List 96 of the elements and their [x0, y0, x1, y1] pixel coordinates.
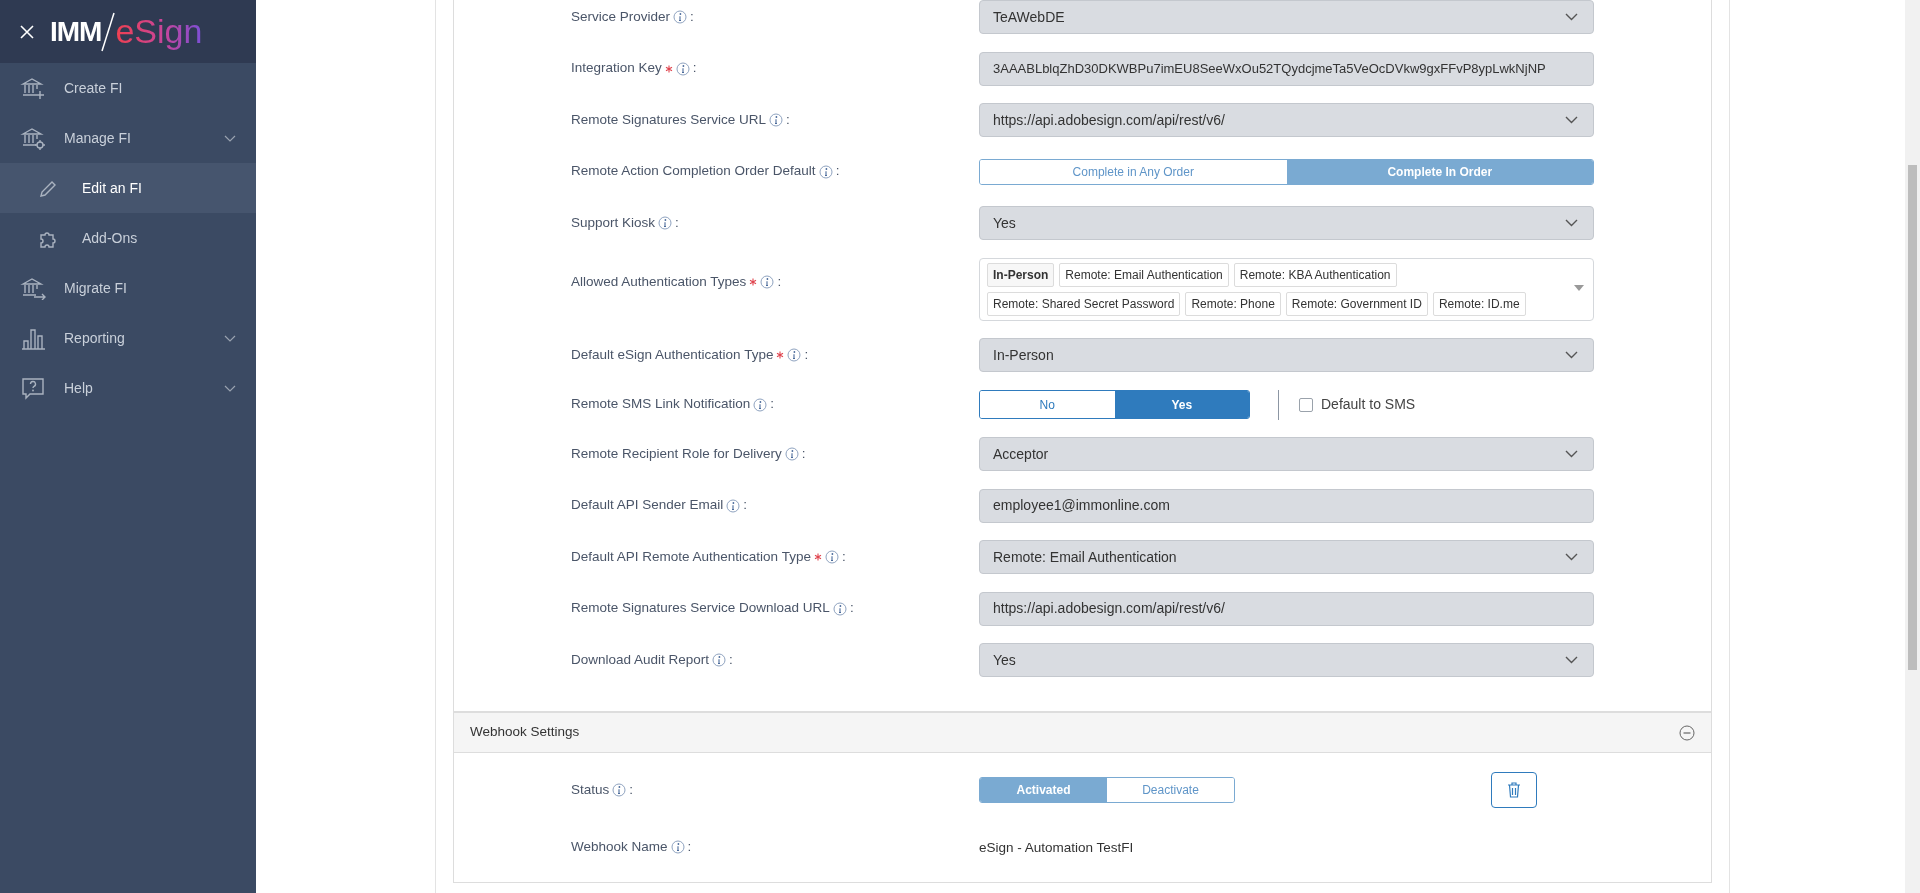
sidebar-item[interactable]: Create FI [0, 63, 256, 113]
input-field[interactable]: https://api.adobesign.com/api/rest/v6/ [979, 591, 1594, 626]
select-field[interactable]: Remote: Email Authentication [979, 540, 1594, 574]
info-icon [670, 840, 685, 854]
selected-tag[interactable]: In-Person [987, 262, 1055, 287]
checkbox[interactable] [1299, 397, 1313, 412]
checkbox-label: Default to SMS [1321, 395, 1416, 414]
field-label: Remote Action Completion Order Default [571, 162, 816, 181]
bank-arrow-icon [20, 276, 46, 300]
colon-text: : [835, 162, 840, 181]
sidebar-item[interactable]: Edit an FI [0, 163, 256, 213]
delete-button[interactable] [1491, 772, 1537, 808]
collapse-icon[interactable] [1679, 724, 1695, 741]
chevron-down-icon [224, 334, 236, 342]
colon-text: : [692, 59, 697, 78]
field-label: Allowed Authentication Types [571, 272, 747, 291]
field-label: Remote Signatures Service URL [571, 110, 767, 129]
field-label: Remote Recipient Role for Delivery [571, 444, 782, 463]
info-icon [675, 61, 690, 76]
field-label: Integration Key [571, 59, 662, 78]
selected-tag[interactable]: Remote: Phone [1185, 291, 1281, 316]
help-icon [20, 376, 46, 400]
chevron-down-icon [1565, 553, 1578, 561]
info-icon [818, 164, 833, 179]
bank-plus-icon [20, 76, 46, 100]
info-icon [753, 397, 768, 412]
info-icon [726, 498, 741, 513]
info-icon [612, 783, 627, 797]
field-label: Webhook Name [571, 837, 668, 856]
chevron-down-icon [224, 134, 236, 142]
field-label: Status [571, 780, 610, 799]
field-value: eSign - Automation TestFI [979, 840, 1134, 855]
colon-text: : [786, 110, 790, 129]
sidebar-item[interactable]: Help [0, 363, 256, 413]
bank-gear-icon [20, 126, 46, 150]
colon-text: : [841, 547, 846, 566]
section-title: Webhook Settings [470, 723, 580, 742]
selected-tag[interactable]: Remote: Government ID [1285, 291, 1428, 316]
sidebar-item[interactable]: Migrate FI [0, 263, 256, 313]
field-label: Remote Signatures Service Download URL [571, 599, 830, 618]
colon-text: : [743, 496, 748, 515]
sidebar-item[interactable]: Reporting [0, 313, 256, 363]
selected-tag[interactable]: Remote: Email Authentication [1059, 262, 1229, 287]
colon-text: : [629, 780, 634, 799]
field-label: Service Provider [571, 7, 671, 26]
input-field[interactable]: 3AAABLblqZhD30DKWBPu7imEU8SeeWxOu52TQydcjmeTa5VeOcDVkw9gxFFvP8ypLwkNjNP [979, 51, 1594, 86]
colon-text: : [770, 395, 775, 414]
selected-tag[interactable]: Remote: ID.me [1432, 291, 1526, 316]
colon-text: : [687, 837, 692, 856]
field-label: Default API Sender Email [571, 496, 724, 515]
field-label: Support Kiosk [571, 213, 656, 232]
info-icon [760, 274, 775, 289]
scrollbar-thumb[interactable] [1908, 165, 1917, 670]
info-icon [712, 653, 727, 667]
multi-select-field[interactable]: In-Person Remote: Email Authentication Remote: KBA Authentication Remote: Shared Secret Password Remote: Phone Remote: Government ID Remote: ID.me [979, 257, 1594, 321]
chevron-down-icon [1565, 656, 1578, 664]
select-field[interactable]: https://api.adobesign.com/api/rest/v6/ [979, 103, 1594, 137]
trash-icon [1507, 782, 1521, 798]
info-icon [784, 447, 799, 461]
field-label: Remote SMS Link Notification [571, 395, 751, 414]
info-icon [787, 348, 802, 362]
field-label: Default eSign Authentication Type [571, 345, 774, 364]
colon-text: : [729, 650, 733, 669]
colon-text: : [801, 444, 806, 463]
sidebar-item[interactable]: Manage FI [0, 113, 256, 163]
chevron-down-icon [224, 384, 236, 392]
field-label: Download Audit Report [571, 650, 710, 669]
select-field[interactable]: TeAWebDE [979, 0, 1594, 34]
select-field[interactable]: Yes [979, 206, 1594, 240]
colon-text: : [849, 599, 854, 618]
info-icon [673, 10, 688, 24]
chevron-down-icon [1565, 116, 1578, 124]
info-icon [832, 601, 847, 616]
colon-text: : [777, 272, 782, 291]
chevron-down-icon [1565, 351, 1578, 359]
selected-tag[interactable]: Remote: KBA Authentication [1233, 262, 1397, 287]
input-field[interactable]: employee1@immonline.com [979, 488, 1594, 523]
selected-tag[interactable]: Remote: Shared Secret Password [987, 291, 1181, 316]
select-field[interactable]: In-Person [979, 338, 1594, 372]
bar-chart-icon [20, 326, 46, 350]
sidebar-item[interactable]: Add-Ons [0, 213, 256, 263]
info-icon [769, 113, 784, 127]
select-field[interactable]: Acceptor [979, 437, 1594, 471]
dropdown-icon [1574, 284, 1584, 291]
chevron-down-icon [1565, 13, 1578, 21]
colon-text: : [690, 7, 694, 26]
info-icon [658, 216, 673, 230]
field-label: Default API Remote Authentication Type [571, 547, 811, 566]
colon-text: : [804, 345, 809, 364]
chevron-down-icon [1565, 450, 1578, 458]
select-field[interactable]: Yes [979, 643, 1594, 677]
chevron-down-icon [1565, 219, 1578, 227]
colon-text: : [675, 213, 679, 232]
toggle-option[interactable]: Yes [1114, 391, 1249, 418]
close-icon[interactable] [20, 24, 34, 39]
info-icon [824, 550, 839, 564]
